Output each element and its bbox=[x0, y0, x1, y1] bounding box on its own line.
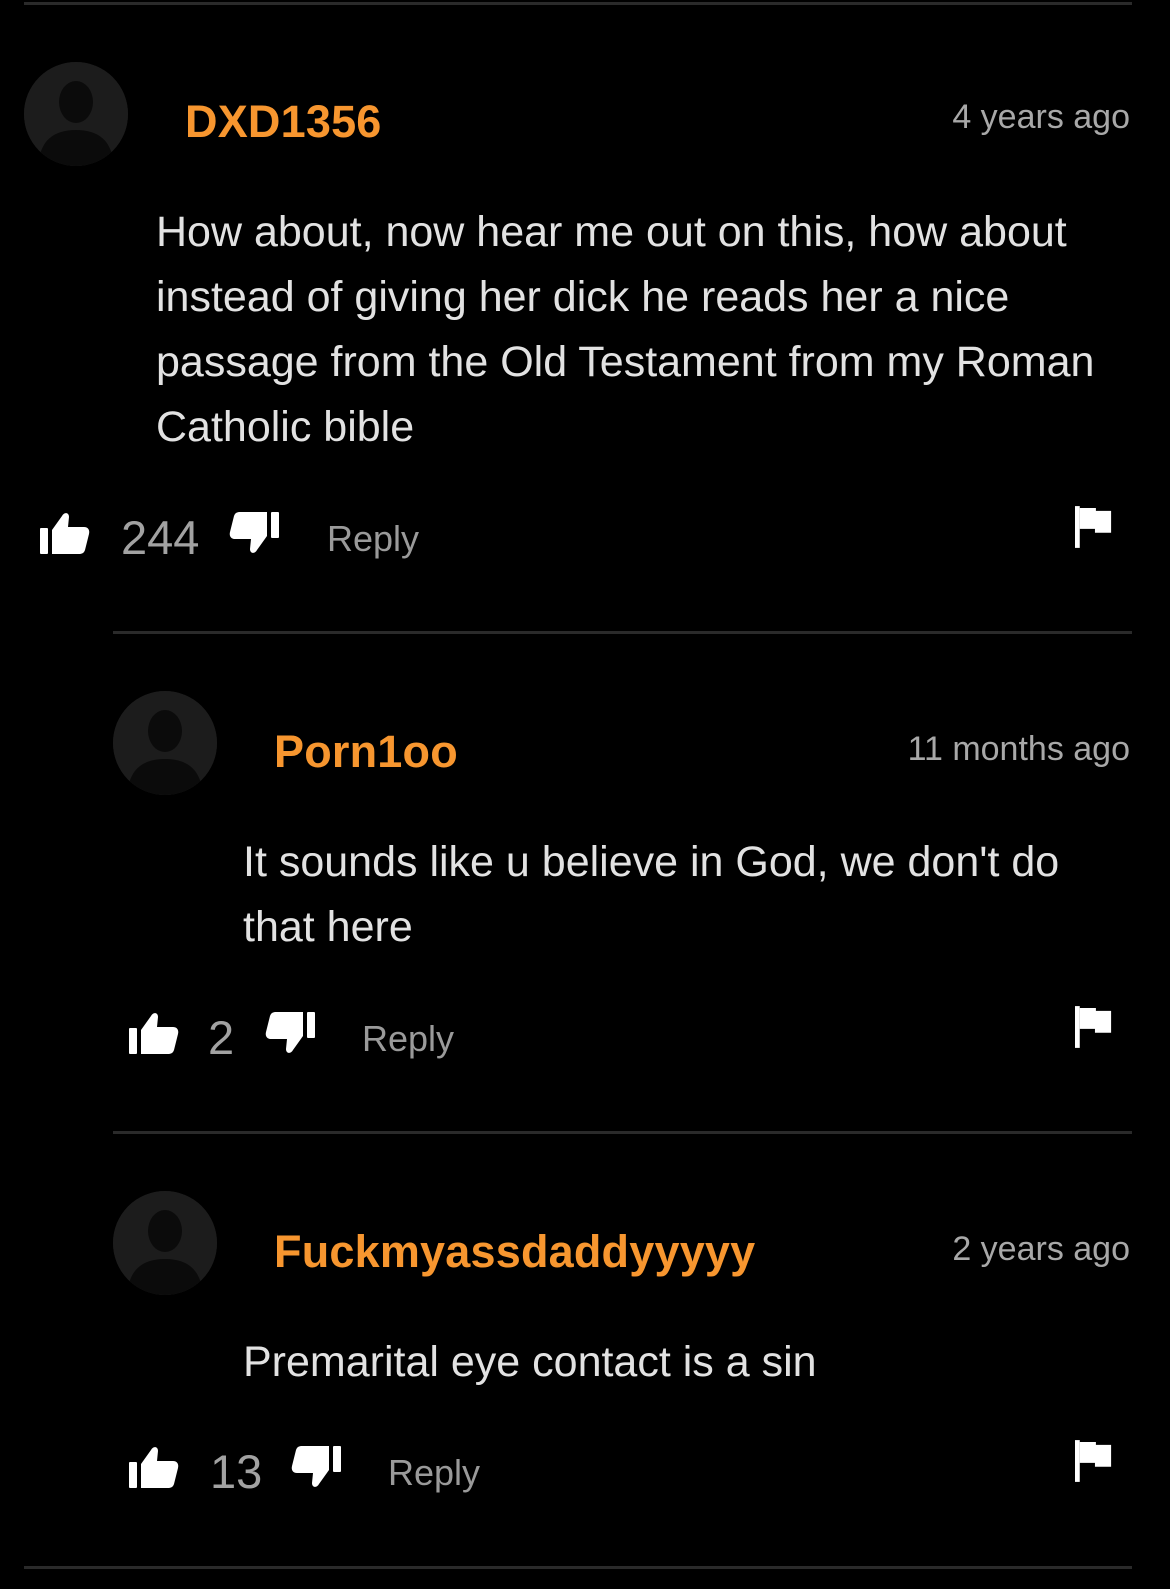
comment-timestamp: 11 months ago bbox=[907, 730, 1130, 768]
flag-icon[interactable] bbox=[1075, 1440, 1113, 1482]
comment-timestamp: 4 years ago bbox=[952, 98, 1130, 136]
thumbs-up-icon[interactable] bbox=[40, 510, 90, 556]
reply-button[interactable]: Reply bbox=[388, 1452, 480, 1494]
comment-divider bbox=[113, 631, 1132, 634]
thumbs-up-icon[interactable] bbox=[129, 1444, 179, 1490]
thumbs-down-icon[interactable] bbox=[265, 1010, 315, 1056]
avatar[interactable] bbox=[113, 691, 217, 795]
flag-icon[interactable] bbox=[1075, 1006, 1113, 1048]
like-count: 2 bbox=[208, 1011, 235, 1064]
comment-text: It sounds like u believe in God, we don'… bbox=[243, 838, 1060, 951]
comment-timestamp: 2 years ago bbox=[952, 1230, 1130, 1268]
avatar[interactable] bbox=[113, 1191, 217, 1295]
reply-button[interactable]: Reply bbox=[327, 518, 419, 560]
flag-icon[interactable] bbox=[1075, 506, 1113, 548]
avatar-icon bbox=[24, 62, 128, 166]
avatar[interactable] bbox=[24, 62, 128, 166]
thumbs-up-icon[interactable] bbox=[129, 1010, 179, 1056]
thumbs-down-icon[interactable] bbox=[229, 510, 279, 556]
like-count: 13 bbox=[210, 1445, 263, 1498]
comment-text: How about, now hear me out on this, how … bbox=[156, 208, 1095, 451]
comment-username[interactable]: Fuckmyassdaddyyyyy bbox=[274, 1226, 755, 1278]
comment-text: Premarital eye contact is a sin bbox=[243, 1338, 817, 1386]
bottom-divider bbox=[24, 1566, 1132, 1569]
top-divider bbox=[24, 2, 1132, 5]
avatar-icon bbox=[113, 691, 217, 795]
comment-divider bbox=[113, 1131, 1132, 1134]
comment-username[interactable]: Porn1oo bbox=[274, 726, 458, 778]
like-count: 244 bbox=[121, 511, 200, 564]
avatar-icon bbox=[113, 1191, 217, 1295]
comment-username[interactable]: DXD1356 bbox=[185, 96, 382, 148]
reply-button[interactable]: Reply bbox=[362, 1018, 454, 1060]
thumbs-down-icon[interactable] bbox=[291, 1444, 341, 1490]
